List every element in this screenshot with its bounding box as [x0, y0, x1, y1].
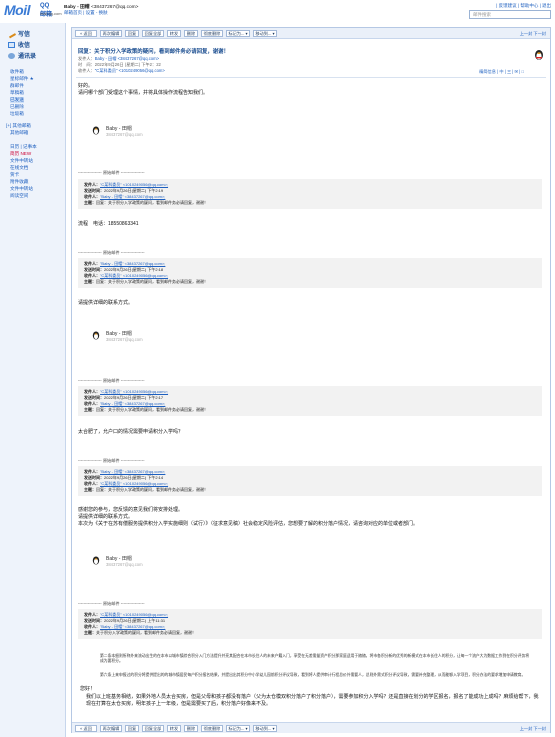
policy-text: 第二条本细则所称外来流动出生的在本市以城市镇综合积分入门方法提升并亮其配合在本市… [100, 654, 530, 664]
policy-text: 第六条上来申报过的积分将提供提出的的城市镇居民每户积分报名结果，并提出出其积分中… [100, 673, 526, 677]
contacts-button[interactable]: 通讯录 [8, 51, 36, 60]
penguin-icon [92, 331, 100, 340]
question-text: 我们以上班基务相结，如果外地人员太合买房，但是父母和孩子都没有落户（父为太仓模双… [86, 694, 539, 707]
hello-line: 您好！ [80, 686, 96, 692]
prev-next-links[interactable]: 上一封 下一封 [520, 31, 546, 37]
search-input[interactable]: 邮件搜索 [469, 10, 551, 19]
quote-block-1: 发件人："C某科委员" <1010249056@qq.com>; 发送时间：20… [78, 179, 542, 209]
resume-link[interactable]: 简历 NEW [10, 151, 31, 157]
quote-block-5: 发件人："C某科委员" <1010249056@qq.com>; 发送时间：20… [78, 609, 542, 639]
back-button[interactable]: « 返回 [75, 30, 97, 37]
user-info: Baby - 田帽 <38437267@qq.com> [64, 3, 138, 10]
signature-name: Baby - 田帽 [106, 556, 132, 562]
reading-link[interactable]: 阅读空间 [10, 193, 28, 199]
mark-as-dropdown[interactable]: 标记为... ▾ [226, 30, 250, 37]
original-mail-divider: ----------------- 原始邮件 ----------------- [78, 378, 145, 383]
folder-sent[interactable]: 已发送 [10, 97, 24, 103]
move-to-dropdown[interactable]: 移动到... ▾ [253, 725, 277, 732]
body-paragraph: 请提供详细的联系方式。 [78, 514, 134, 520]
reply-all-button[interactable]: 回复全部 [142, 30, 164, 37]
original-mail-divider: ----------------- 原始邮件 ----------------- [78, 458, 145, 463]
forward-button[interactable]: 转发 [167, 30, 181, 37]
sender-value[interactable]: Baby - 田帽 <38437267@qq.com> [95, 56, 159, 61]
header-tools[interactable]: 精简信息 | 中 | 三 | ✉ | □ [479, 69, 524, 75]
body-paragraph: 感谢您的参与，您反馈的意见我们将安排处理。 [78, 507, 184, 513]
reply-all-button[interactable]: 回复全部 [142, 725, 164, 732]
mail-subject: 回复：关于积分入学政策的疑问，看到邮件务必请回复，谢谢！ [78, 49, 229, 55]
body-paragraph: 本次为《关于在苏有偿服务提供积分入学实施细则（试行）》（征求意见稿）社会稳定风险… [78, 521, 419, 527]
transfer-link[interactable]: 文件中转站 [10, 158, 33, 164]
top-bar: Moil QQ邮箱 mail.qq.com Baby - 田帽 <3843726… [0, 0, 555, 22]
signature-email: 38437267@qq.com [106, 132, 143, 137]
write-button[interactable]: 写信 [6, 29, 30, 39]
sender-avatar-icon [535, 50, 543, 60]
top-links[interactable]: | 反馈建议 | 帮助中心 | 退出 [496, 3, 551, 9]
folder-spam[interactable]: 垃圾箱 [10, 111, 24, 117]
signature-name: Baby - 田帽 [106, 331, 132, 337]
contacts-icon [8, 53, 15, 60]
receive-button[interactable]: 收信 [8, 40, 30, 49]
folder-inbox[interactable]: 收件箱 [10, 69, 24, 75]
prev-next-links[interactable]: 上一封 下一封 [520, 726, 546, 732]
quote-block-2: 发件人："Baby - 田帽" <38437267@qq.com>; 发送时间：… [78, 258, 542, 288]
phone-line: 流程 电话：18550863341 [78, 221, 139, 227]
body-ask: 太合肥了，允户口的情况需要申请积分入学吗？ [78, 429, 184, 435]
edit-again-button[interactable]: 再次编辑 [100, 30, 122, 37]
quote-block-3: 发件人："C某科委员" <1010249056@qq.com>; 发送时间：20… [78, 386, 542, 416]
quote-block-4: 发件人："Baby - 田帽" <38437267@qq.com>; 发送时间：… [78, 466, 542, 496]
inbox-icon [8, 42, 15, 49]
edit-again-button[interactable]: 再次编辑 [100, 725, 122, 732]
folder-group[interactable]: 群邮件 [10, 83, 24, 89]
user-links[interactable]: 邮箱首页 | 设置 - 换肤 [64, 10, 108, 16]
folder-starred[interactable]: 星标邮件 ★ [10, 76, 34, 82]
original-mail-divider: ----------------- 原始邮件 ----------------- [78, 170, 145, 175]
penguin-icon [92, 556, 100, 565]
sidebar: 写信 收信 通讯录 收件箱 星标邮件 ★ 群邮件 草稿箱 已发送 已删除 垃圾箱… [0, 23, 66, 737]
attachments-link[interactable]: 附件收藏 [10, 179, 28, 185]
delete-permanent-button[interactable]: 彻底删除 [201, 725, 223, 732]
original-mail-divider: ----------------- 原始邮件 ----------------- [78, 601, 145, 606]
pen-icon [6, 30, 17, 39]
signature-name: Baby - 田帽 [106, 126, 132, 132]
signature-email: 38437267@qq.com [106, 337, 143, 342]
divider [76, 77, 546, 78]
calendar-link[interactable]: 日历 | 记事本 [10, 144, 37, 150]
original-mail-divider: ----------------- 原始邮件 ----------------- [78, 250, 145, 255]
recipient-value[interactable]: "C某科委员" <1010249056@qq.com> [95, 68, 165, 73]
signature-email: 38437267@qq.com [106, 562, 143, 567]
body-ask: 请提供详细的联系方式。 [78, 300, 134, 306]
to-row: 收件人："C某科委员" <1010249056@qq.com> [78, 68, 165, 73]
file-transfer-link[interactable]: 文件中转站 [10, 186, 33, 192]
move-to-dropdown[interactable]: 移动到... ▾ [253, 30, 277, 37]
other-mailbox[interactable]: 其他邮箱 [10, 130, 28, 136]
mark-as-dropdown[interactable]: 标记为... ▾ [226, 725, 250, 732]
other-mailboxes-toggle[interactable]: [+] 其他邮箱 [6, 123, 31, 129]
body-greeting: 好的。 [78, 83, 94, 89]
delete-button[interactable]: 删除 [184, 30, 198, 37]
reply-button[interactable]: 回复 [125, 30, 139, 37]
mail-view: « 返回 再次编辑 回复 回复全部 转发 删除 彻底删除 标记为... ▾ 移动… [71, 27, 551, 733]
body-line: 请问哪个部门受理这个事情，并将具体操作流程告知我们。 [78, 90, 209, 96]
docs-link[interactable]: 在线文档 [10, 165, 28, 171]
mail-logo[interactable]: Moil QQ邮箱 mail.qq.com [4, 2, 62, 19]
forward-button[interactable]: 转发 [167, 725, 181, 732]
top-toolbar: « 返回 再次编辑 回复 回复全部 转发 删除 彻底删除 标记为... ▾ 移动… [72, 28, 550, 39]
back-button[interactable]: « 返回 [75, 725, 97, 732]
penguin-icon [92, 126, 100, 135]
card-link[interactable]: 贺卡 [10, 172, 19, 178]
folder-deleted[interactable]: 已删除 [10, 104, 24, 110]
delete-button[interactable]: 删除 [184, 725, 198, 732]
reply-button[interactable]: 回复 [125, 725, 139, 732]
delete-permanent-button[interactable]: 彻底删除 [201, 30, 223, 37]
bottom-toolbar: « 返回 再次编辑 回复 回复全部 转发 删除 彻底删除 标记为... ▾ 移动… [72, 722, 550, 733]
folder-drafts[interactable]: 草稿箱 [10, 90, 24, 96]
